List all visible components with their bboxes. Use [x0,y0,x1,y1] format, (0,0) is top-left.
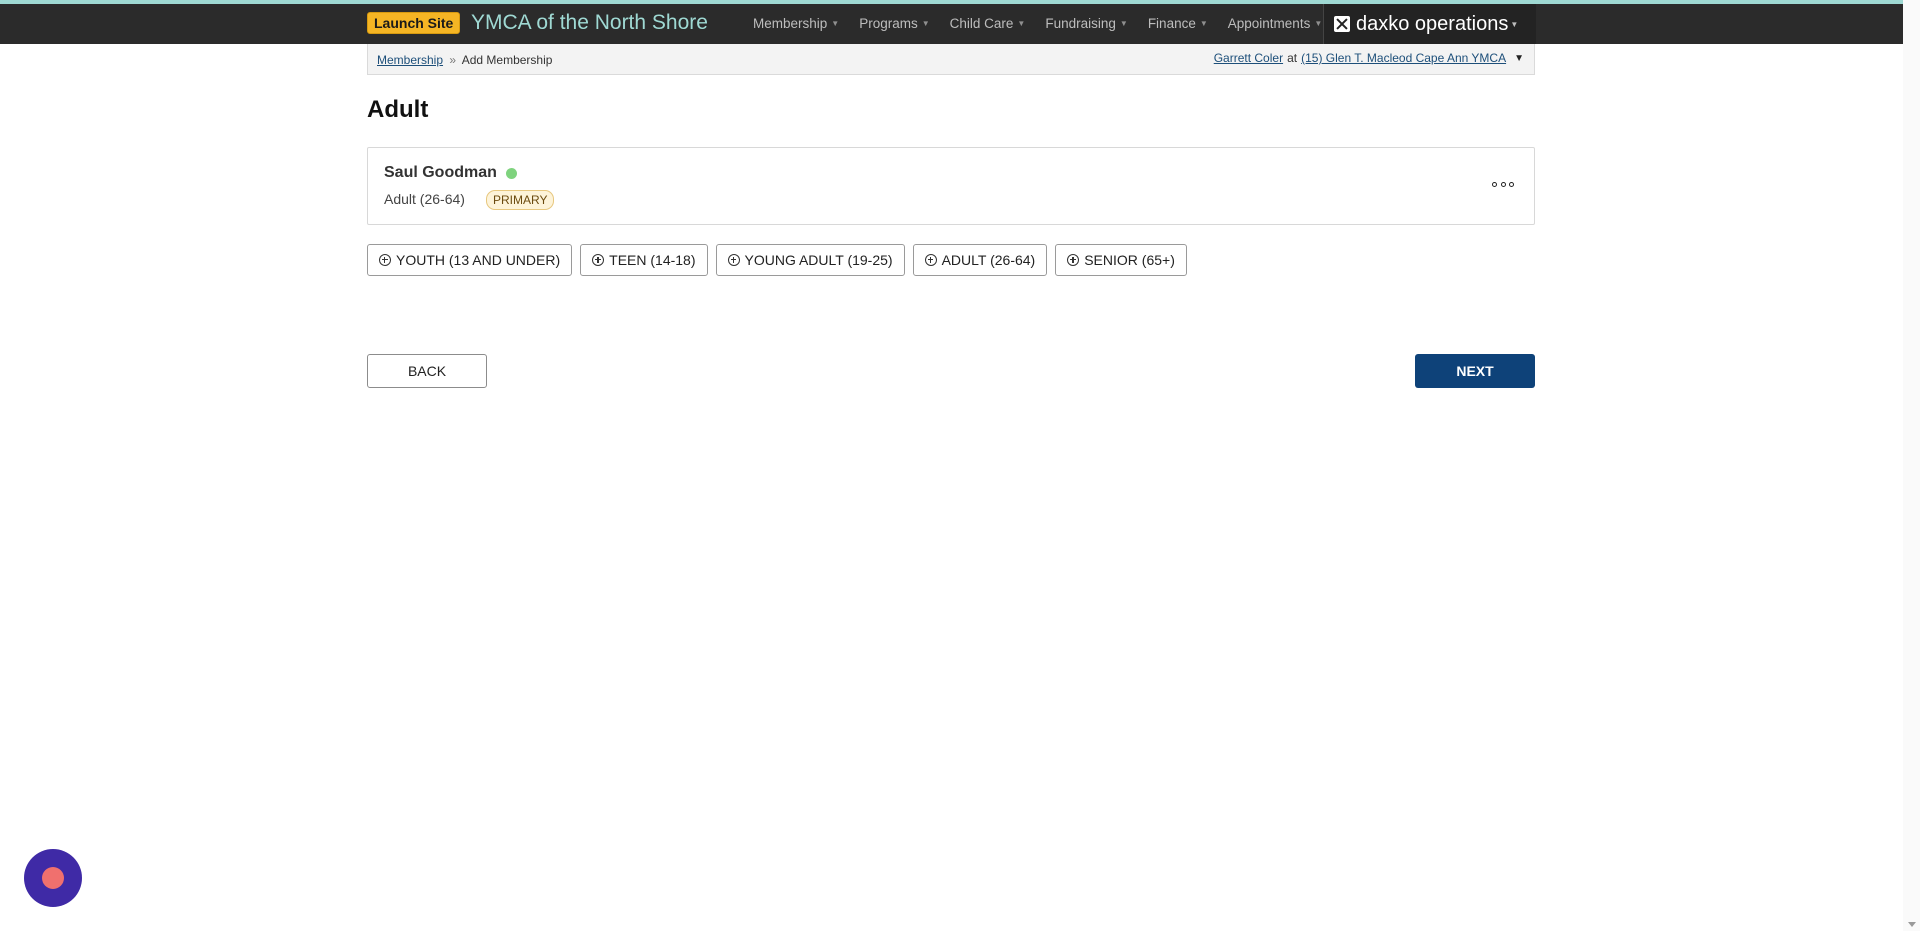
caret-down-icon: ▼ [1119,19,1128,28]
chat-widget-button[interactable] [24,849,82,907]
chat-icon [42,867,64,889]
caret-down-icon: ▼ [1510,19,1519,29]
add-young-adult-button[interactable]: YOUNG ADULT (19-25) [715,244,905,276]
location-dropdown-icon[interactable]: ▼ [1514,53,1524,64]
breadcrumb-separator: » [449,53,457,67]
caret-down-icon: ▼ [831,19,840,28]
main-menu: Membership ▼ Programs ▼ Child Care ▼ Fundra… [753,4,1342,44]
breadcrumb-membership-link[interactable]: Membership [377,53,443,67]
menu-label: Child Care [949,16,1014,31]
user-name-link[interactable]: Garrett Coler [1214,51,1283,65]
primary-badge: PRIMARY [486,190,555,210]
caret-down-icon: ▼ [921,19,930,28]
org-title[interactable]: YMCA of the North Shore [471,10,708,36]
brand-label: daxko operations [1356,12,1509,35]
menu-appointments[interactable]: Appointments ▼ [1228,4,1322,44]
add-adult-button[interactable]: ADULT (26-64) [912,244,1048,276]
member-card: Saul Goodman Adult (26-64) PRIMARY [367,147,1535,225]
caret-down-icon: ▼ [1017,19,1026,28]
member-name: Saul Goodman [384,164,497,181]
top-navbar: Launch Site YMCA of the North Shore Memb… [0,4,1920,44]
breadcrumb-bar: Membership » Add Membership Garrett Cole… [367,44,1535,75]
dot-icon [1500,181,1506,187]
menu-label: Fundraising [1045,16,1116,31]
button-label: YOUNG ADULT (19-25) [744,252,893,268]
add-teen-button[interactable]: TEEN (14-18) [580,244,708,276]
age-group-buttons: YOUTH (13 AND UNDER) TEEN (14-18) YOUNG … [367,244,1195,276]
back-button[interactable]: BACK [367,354,487,388]
menu-finance[interactable]: Finance ▼ [1148,4,1208,44]
menu-fundraising[interactable]: Fundraising ▼ [1045,4,1127,44]
button-label: SENIOR (65+) [1084,252,1175,268]
status-dot-icon [506,168,517,179]
add-senior-button[interactable]: SENIOR (65+) [1055,244,1187,276]
button-label: TEEN (14-18) [609,252,696,268]
menu-label: Appointments [1227,16,1311,31]
next-button[interactable]: NEXT [1415,354,1535,388]
brand-menu[interactable]: daxko operations ▼ [1323,4,1536,44]
member-age-group: Adult (26-64) [384,191,465,207]
plus-circle-icon [727,254,740,266]
breadcrumb-current: Add Membership [461,53,553,67]
menu-label: Finance [1147,16,1196,31]
user-info: Garrett Coler at (15) Glen T. Macleod Ca… [1214,51,1524,65]
plus-circle-icon [592,254,605,266]
launch-site-button[interactable]: Launch Site [367,12,461,34]
envelope-x-icon [1334,16,1350,32]
caret-down-icon: ▼ [1314,19,1323,28]
plus-circle-icon [379,254,391,266]
location-link[interactable]: (15) Glen T. Macleod Cape Ann YMCA [1301,51,1506,65]
page-title: Adult [367,96,429,123]
plus-circle-icon [1067,254,1080,266]
plus-circle-icon [924,254,937,266]
button-label: ADULT (26-64) [941,252,1036,268]
user-at-label: at [1287,51,1298,65]
button-label: YOUTH (13 AND UNDER) [396,252,561,268]
menu-membership[interactable]: Membership ▼ [753,4,839,44]
navbar-inner: Launch Site YMCA of the North Shore Memb… [367,4,1536,44]
add-youth-button[interactable]: YOUTH (13 AND UNDER) [367,244,573,276]
caret-down-icon: ▼ [1199,19,1208,28]
breadcrumb: Membership » Add Membership [377,53,552,67]
menu-label: Membership [753,16,828,31]
menu-programs[interactable]: Programs ▼ [859,4,929,44]
scroll-down-arrow-icon[interactable] [1908,922,1916,927]
menu-child-care[interactable]: Child Care ▼ [950,4,1026,44]
page-scrollbar[interactable] [1903,0,1920,931]
dot-icon [1509,181,1514,187]
dot-icon [1492,181,1497,187]
menu-label: Programs [859,16,918,31]
more-options-button[interactable] [1492,176,1514,192]
